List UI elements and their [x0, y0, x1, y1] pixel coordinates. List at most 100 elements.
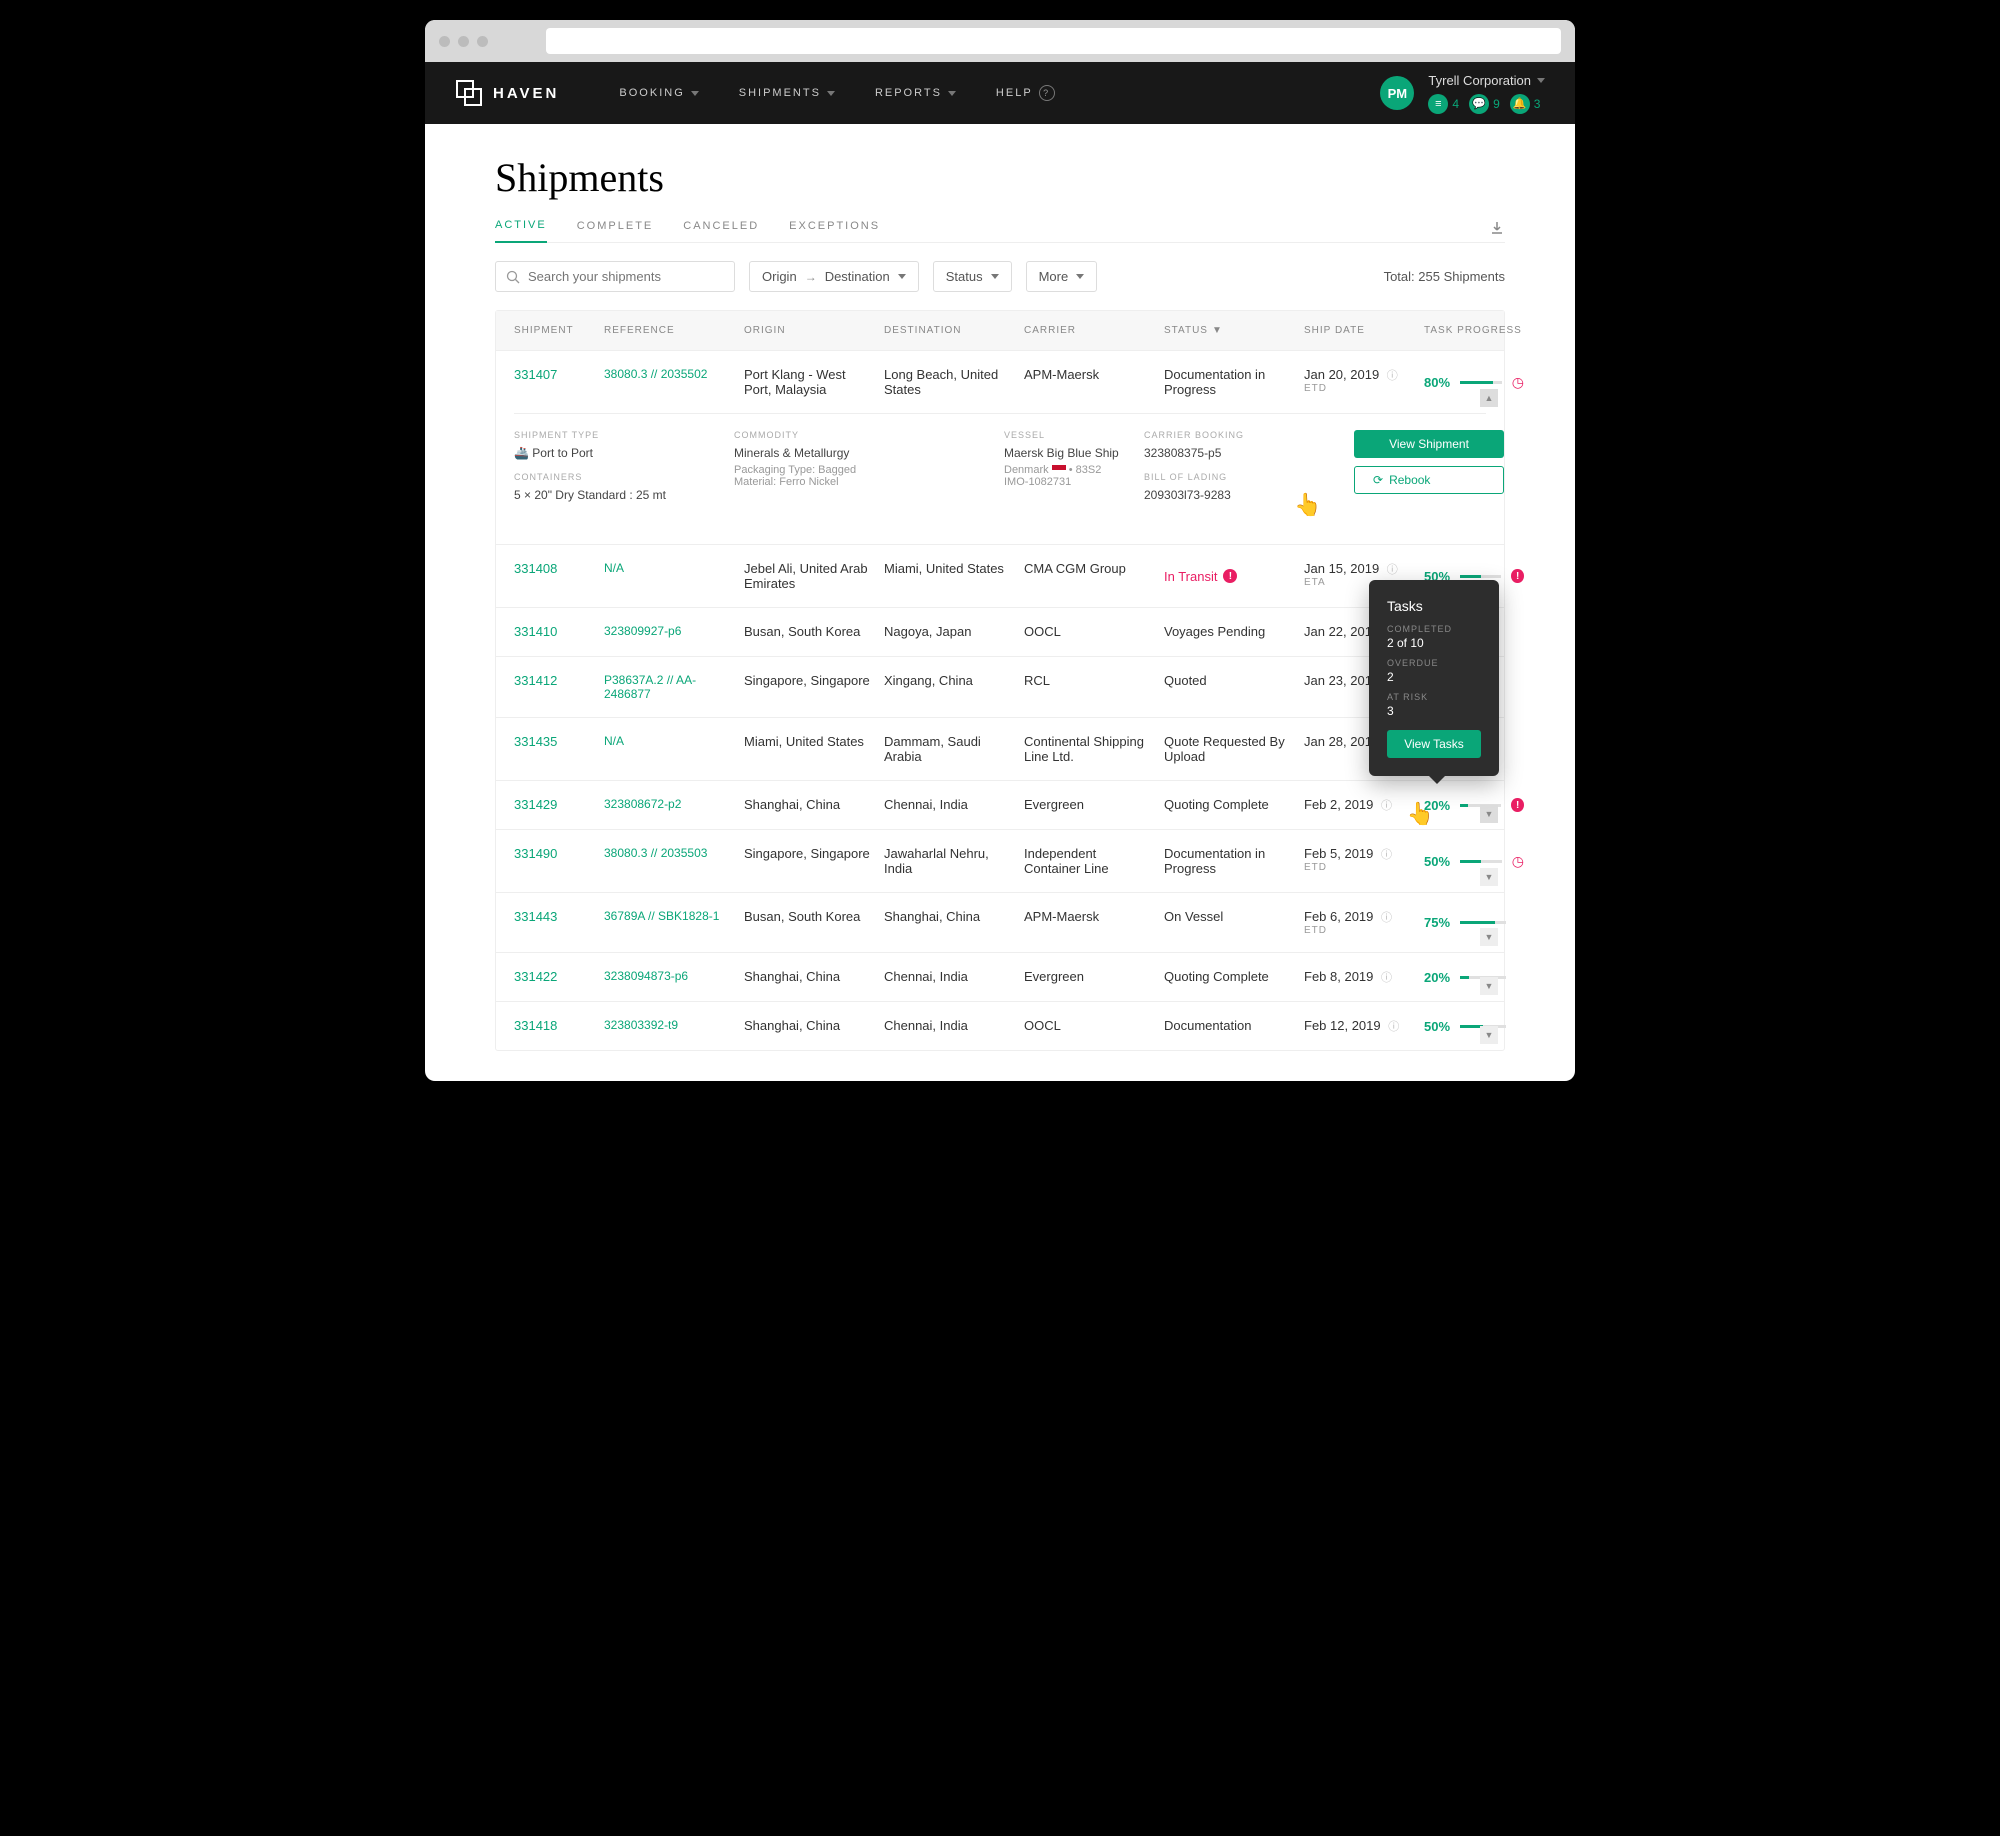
- list-icon: ≡: [1428, 94, 1448, 114]
- col-reference[interactable]: REFERENCE: [604, 325, 734, 336]
- search-input[interactable]: [528, 269, 724, 284]
- date-cell: Feb 2, 2019 ⓘ: [1304, 797, 1414, 813]
- destination-cell: Chennai, India: [884, 797, 1014, 813]
- info-icon: ⓘ: [1381, 912, 1392, 924]
- reference-cell: 323809927-p6: [604, 624, 734, 640]
- progress-pct: 50%: [1424, 1019, 1450, 1034]
- badge-bell[interactable]: 🔔3: [1510, 94, 1541, 114]
- logo[interactable]: HAVEN: [455, 79, 559, 107]
- logo-text: HAVEN: [493, 85, 559, 102]
- table-row[interactable]: 331429 323808672-p2 Shanghai, China Chen…: [496, 780, 1504, 829]
- nav-reports[interactable]: REPORTS: [875, 85, 956, 101]
- carrier-cell: Evergreen: [1024, 969, 1154, 985]
- shipment-id[interactable]: 331407: [514, 367, 594, 397]
- refresh-icon: ⟳: [1373, 473, 1383, 487]
- status-cell: Documentation in Progress: [1164, 846, 1294, 876]
- reference-cell: 38080.3 // 2035502: [604, 367, 734, 397]
- table-row[interactable]: 331407 38080.3 // 2035502 Port Klang - W…: [496, 350, 1504, 413]
- col-destination[interactable]: DESTINATION: [884, 325, 1014, 336]
- rebook-button[interactable]: ⟳ Rebook: [1354, 466, 1504, 494]
- shipment-id[interactable]: 331408: [514, 561, 594, 591]
- progress-cell: 50%: [1424, 1018, 1524, 1034]
- logo-icon: [455, 79, 483, 107]
- col-status[interactable]: STATUS ▼: [1164, 325, 1294, 336]
- date-cell: Jan 20, 2019 ⓘETD: [1304, 367, 1414, 397]
- progress-pct: 20%: [1424, 970, 1450, 985]
- app-window: HAVEN BOOKING SHIPMENTS REPORTS HELP? PM…: [425, 20, 1575, 1081]
- origin-cell: Jebel Ali, United Arab Emirates: [744, 561, 874, 591]
- filter-route[interactable]: Origin→Destination: [749, 261, 919, 292]
- traffic-light-min[interactable]: [458, 36, 469, 47]
- col-progress[interactable]: TASK PROGRESS: [1424, 325, 1524, 336]
- col-shipdate[interactable]: SHIP DATE: [1304, 325, 1414, 336]
- page-title: Shipments: [495, 154, 1505, 201]
- shipment-id[interactable]: 331412: [514, 673, 594, 701]
- reference-cell: P38637A.2 // AA-2486877: [604, 673, 734, 701]
- search-input-wrap[interactable]: [495, 261, 735, 292]
- shipments-table: SHIPMENT REFERENCE ORIGIN DESTINATION CA…: [495, 310, 1505, 1051]
- badge-list[interactable]: ≡4: [1428, 94, 1459, 114]
- expand-toggle[interactable]: ▼: [1480, 1026, 1498, 1044]
- tab-complete[interactable]: COMPLETE: [577, 220, 654, 242]
- progress-bar: [1460, 575, 1501, 578]
- carrier-cell: CMA CGM Group: [1024, 561, 1154, 591]
- carrier-cell: APM-Maersk: [1024, 909, 1154, 936]
- progress-cell: 80% ◷: [1424, 367, 1524, 397]
- shipment-id[interactable]: 331443: [514, 909, 594, 936]
- info-icon: ⓘ: [1381, 800, 1392, 812]
- carrier-cell: RCL: [1024, 673, 1154, 701]
- expand-toggle[interactable]: ▼: [1480, 977, 1498, 995]
- table-row[interactable]: 331435 N/A Miami, United States Dammam, …: [496, 717, 1504, 780]
- tab-canceled[interactable]: CANCELED: [683, 220, 759, 242]
- carrier-cell: Evergreen: [1024, 797, 1154, 813]
- nav-help[interactable]: HELP?: [996, 85, 1055, 101]
- status-cell: Documentation in Progress: [1164, 367, 1294, 397]
- shipment-id[interactable]: 331410: [514, 624, 594, 640]
- nav-shipments[interactable]: SHIPMENTS: [739, 85, 835, 101]
- col-origin[interactable]: ORIGIN: [744, 325, 874, 336]
- expand-toggle[interactable]: ▼: [1480, 805, 1498, 823]
- shipment-id[interactable]: 331422: [514, 969, 594, 985]
- traffic-light-max[interactable]: [477, 36, 488, 47]
- traffic-light-close[interactable]: [439, 36, 450, 47]
- company-selector[interactable]: Tyrell Corporation: [1428, 73, 1545, 88]
- nav-right: PM Tyrell Corporation ≡4 💬9 🔔3: [1380, 73, 1545, 114]
- tab-exceptions[interactable]: EXCEPTIONS: [789, 220, 880, 242]
- avatar[interactable]: PM: [1380, 76, 1414, 110]
- table-row[interactable]: 331410 323809927-p6 Busan, South Korea N…: [496, 607, 1504, 656]
- destination-cell: Chennai, India: [884, 969, 1014, 985]
- table-row[interactable]: 331408 N/A Jebel Ali, United Arab Emirat…: [496, 544, 1504, 607]
- table-header: SHIPMENT REFERENCE ORIGIN DESTINATION CA…: [496, 311, 1504, 350]
- reference-cell: 38080.3 // 2035503: [604, 846, 734, 876]
- shipment-id[interactable]: 331429: [514, 797, 594, 813]
- download-icon[interactable]: [1489, 220, 1505, 241]
- expand-toggle[interactable]: ▼: [1480, 868, 1498, 886]
- badge-chat[interactable]: 💬9: [1469, 94, 1500, 114]
- notification-badges: ≡4 💬9 🔔3: [1428, 94, 1540, 114]
- url-bar[interactable]: [546, 28, 1561, 54]
- filter-status[interactable]: Status: [933, 261, 1012, 292]
- shipment-id[interactable]: 331435: [514, 734, 594, 764]
- shipment-id[interactable]: 331418: [514, 1018, 594, 1034]
- progress-pct: 50%: [1424, 854, 1450, 869]
- table-row[interactable]: 331422 3238094873-p6 Shanghai, China Che…: [496, 952, 1504, 1001]
- table-row[interactable]: 331490 38080.3 // 2035503 Singapore, Sin…: [496, 829, 1504, 892]
- col-carrier[interactable]: CARRIER: [1024, 325, 1154, 336]
- col-shipment[interactable]: SHIPMENT: [514, 325, 594, 336]
- browser-chrome: [425, 20, 1575, 62]
- sort-icon: ▼: [1212, 325, 1223, 336]
- vessel-name: Maersk Big Blue Ship: [1004, 446, 1134, 460]
- view-shipment-button[interactable]: View Shipment: [1354, 430, 1504, 458]
- filter-more[interactable]: More: [1026, 261, 1098, 292]
- expand-toggle[interactable]: ▲: [1480, 389, 1498, 407]
- tab-active[interactable]: ACTIVE: [495, 219, 547, 243]
- nav-booking[interactable]: BOOKING: [619, 85, 698, 101]
- table-row[interactable]: 331412 P38637A.2 // AA-2486877 Singapore…: [496, 656, 1504, 717]
- view-tasks-button[interactable]: View Tasks: [1387, 730, 1481, 758]
- table-row[interactable]: 331443 36789A // SBK1828-1 Busan, South …: [496, 892, 1504, 952]
- bill-of-lading: 209303l73-9283: [1144, 488, 1344, 502]
- expand-toggle[interactable]: ▼: [1480, 928, 1498, 946]
- table-row[interactable]: 331418 323803392-t9 Shanghai, China Chen…: [496, 1001, 1504, 1050]
- shipment-id[interactable]: 331490: [514, 846, 594, 876]
- destination-cell: Shanghai, China: [884, 909, 1014, 936]
